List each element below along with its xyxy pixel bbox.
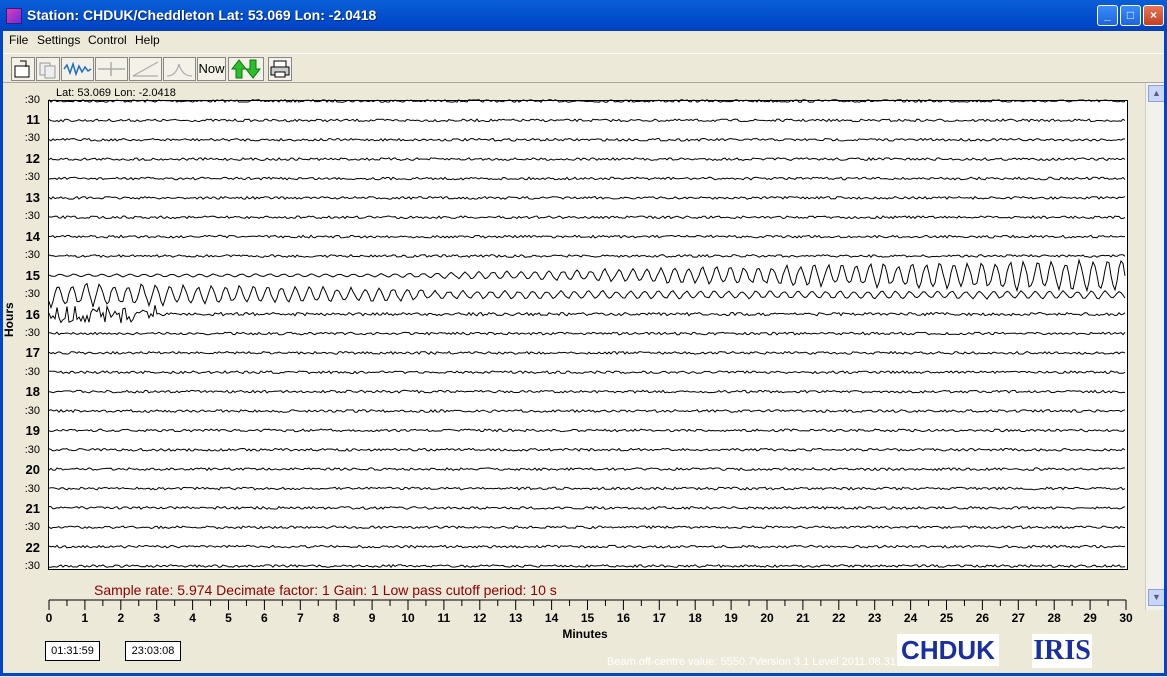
trace-line xyxy=(48,118,1126,123)
chduk-logo: CHDUK xyxy=(897,634,999,666)
vertical-scrollbar[interactable]: ▲ ▼ xyxy=(1145,83,1167,610)
trace-line xyxy=(48,253,1126,259)
trace-line xyxy=(48,408,1126,414)
x-tick-label: 9 xyxy=(368,611,376,625)
x-tick-label: 25 xyxy=(939,611,954,625)
hour-label: 15 xyxy=(25,267,40,283)
trace-line xyxy=(48,137,1126,142)
x-tick-label: 13 xyxy=(509,611,523,625)
trace-line xyxy=(48,157,1126,161)
trace-line xyxy=(48,544,1126,549)
x-tick-label: 22 xyxy=(832,611,846,625)
x-tick-label: 5 xyxy=(225,611,232,625)
x-tick-label: 17 xyxy=(652,611,666,625)
hour-label: 21 xyxy=(25,501,40,516)
half-hour-label: :30 xyxy=(24,249,40,262)
half-hour-label: :30 xyxy=(24,482,40,495)
trace-line xyxy=(48,350,1126,355)
trace-line xyxy=(49,505,1126,510)
half-hour-label: :30 xyxy=(24,443,40,456)
half-hour-label: :30 xyxy=(24,171,40,184)
x-tick-label: 29 xyxy=(1083,611,1097,625)
x-tick-label: 21 xyxy=(796,611,810,625)
hour-label: 11 xyxy=(26,112,40,127)
trace-line xyxy=(48,215,1126,220)
hour-label: 12 xyxy=(25,150,40,166)
x-tick-label: 7 xyxy=(296,611,304,625)
trace-line xyxy=(48,467,1126,472)
status-line: Sample rate: 5.974 Decimate factor: 1 Ga… xyxy=(94,582,557,598)
x-tick-label: 19 xyxy=(724,611,738,625)
iris-logo: IRIS xyxy=(1032,634,1092,668)
x-tick-label: 30 xyxy=(1119,611,1133,625)
hour-label: 19 xyxy=(25,423,40,439)
scroll-down-icon[interactable]: ▼ xyxy=(1148,589,1165,606)
x-tick-label: 27 xyxy=(1011,611,1025,625)
x-axis-label: Minutes xyxy=(562,627,608,641)
half-hour-label: :30 xyxy=(24,365,40,378)
seismogram-traces xyxy=(48,98,1127,610)
half-hour-label: :30 xyxy=(24,93,40,106)
end-time-field[interactable]: 23:03:08 xyxy=(125,641,181,661)
y-axis-label: Hours xyxy=(2,302,16,338)
half-hour-label: :30 xyxy=(24,288,40,301)
x-tick-label: 10 xyxy=(401,611,415,625)
trace-line xyxy=(48,370,1126,375)
scroll-up-icon[interactable]: ▲ xyxy=(1148,85,1165,102)
trace-line xyxy=(48,176,1126,181)
trace-line xyxy=(48,428,1126,433)
x-tick-label: 6 xyxy=(261,611,268,625)
trace-line xyxy=(48,304,1126,324)
half-hour-label: :30 xyxy=(24,326,40,339)
half-hour-label: :30 xyxy=(24,560,40,573)
x-tick-label: 0 xyxy=(45,611,53,625)
start-time-field[interactable]: 01:31:59 xyxy=(45,641,100,661)
trace-line xyxy=(48,525,1126,530)
hour-label: 16 xyxy=(25,306,40,322)
half-hour-label: :30 xyxy=(24,521,40,534)
x-tick-label: 16 xyxy=(616,611,631,625)
x-tick-label: 23 xyxy=(868,611,882,625)
half-hour-label: :30 xyxy=(24,132,40,145)
hour-label: 18 xyxy=(25,384,40,400)
hour-label: 22 xyxy=(25,539,40,555)
x-tick-label: 15 xyxy=(580,611,595,625)
x-tick-label: 20 xyxy=(760,611,774,625)
hour-label: 14 xyxy=(25,228,40,244)
beam-status: Beam off-centre value: 5550.7Version 3.1… xyxy=(607,656,896,668)
x-tick-label: 11 xyxy=(437,611,451,625)
trace-line xyxy=(48,563,1126,568)
trace-line xyxy=(48,447,1126,452)
x-tick-label: 3 xyxy=(153,611,161,625)
trace-line xyxy=(48,98,1126,104)
hour-label: 13 xyxy=(25,189,40,205)
trace-line xyxy=(48,258,1126,293)
trace-line xyxy=(48,486,1126,491)
x-tick-label: 26 xyxy=(975,611,990,625)
trace-line xyxy=(48,234,1126,239)
x-tick-label: 24 xyxy=(903,611,918,625)
hour-label: 17 xyxy=(25,345,40,361)
x-tick-label: 12 xyxy=(473,611,487,625)
trace-line xyxy=(48,195,1126,200)
x-tick-label: 4 xyxy=(189,611,196,625)
trace-line xyxy=(48,331,1126,336)
hour-label: 20 xyxy=(25,462,40,478)
trace-line xyxy=(48,282,1126,310)
x-tick-label: 14 xyxy=(544,611,559,625)
x-tick-label: 2 xyxy=(117,611,125,625)
x-tick-label: 18 xyxy=(688,611,702,625)
x-tick-label: 28 xyxy=(1047,611,1061,625)
trace-line xyxy=(48,389,1126,394)
x-tick-label: 8 xyxy=(332,611,340,625)
x-tick-label: 1 xyxy=(81,611,89,625)
half-hour-label: :30 xyxy=(24,210,40,223)
half-hour-label: :30 xyxy=(24,404,40,417)
